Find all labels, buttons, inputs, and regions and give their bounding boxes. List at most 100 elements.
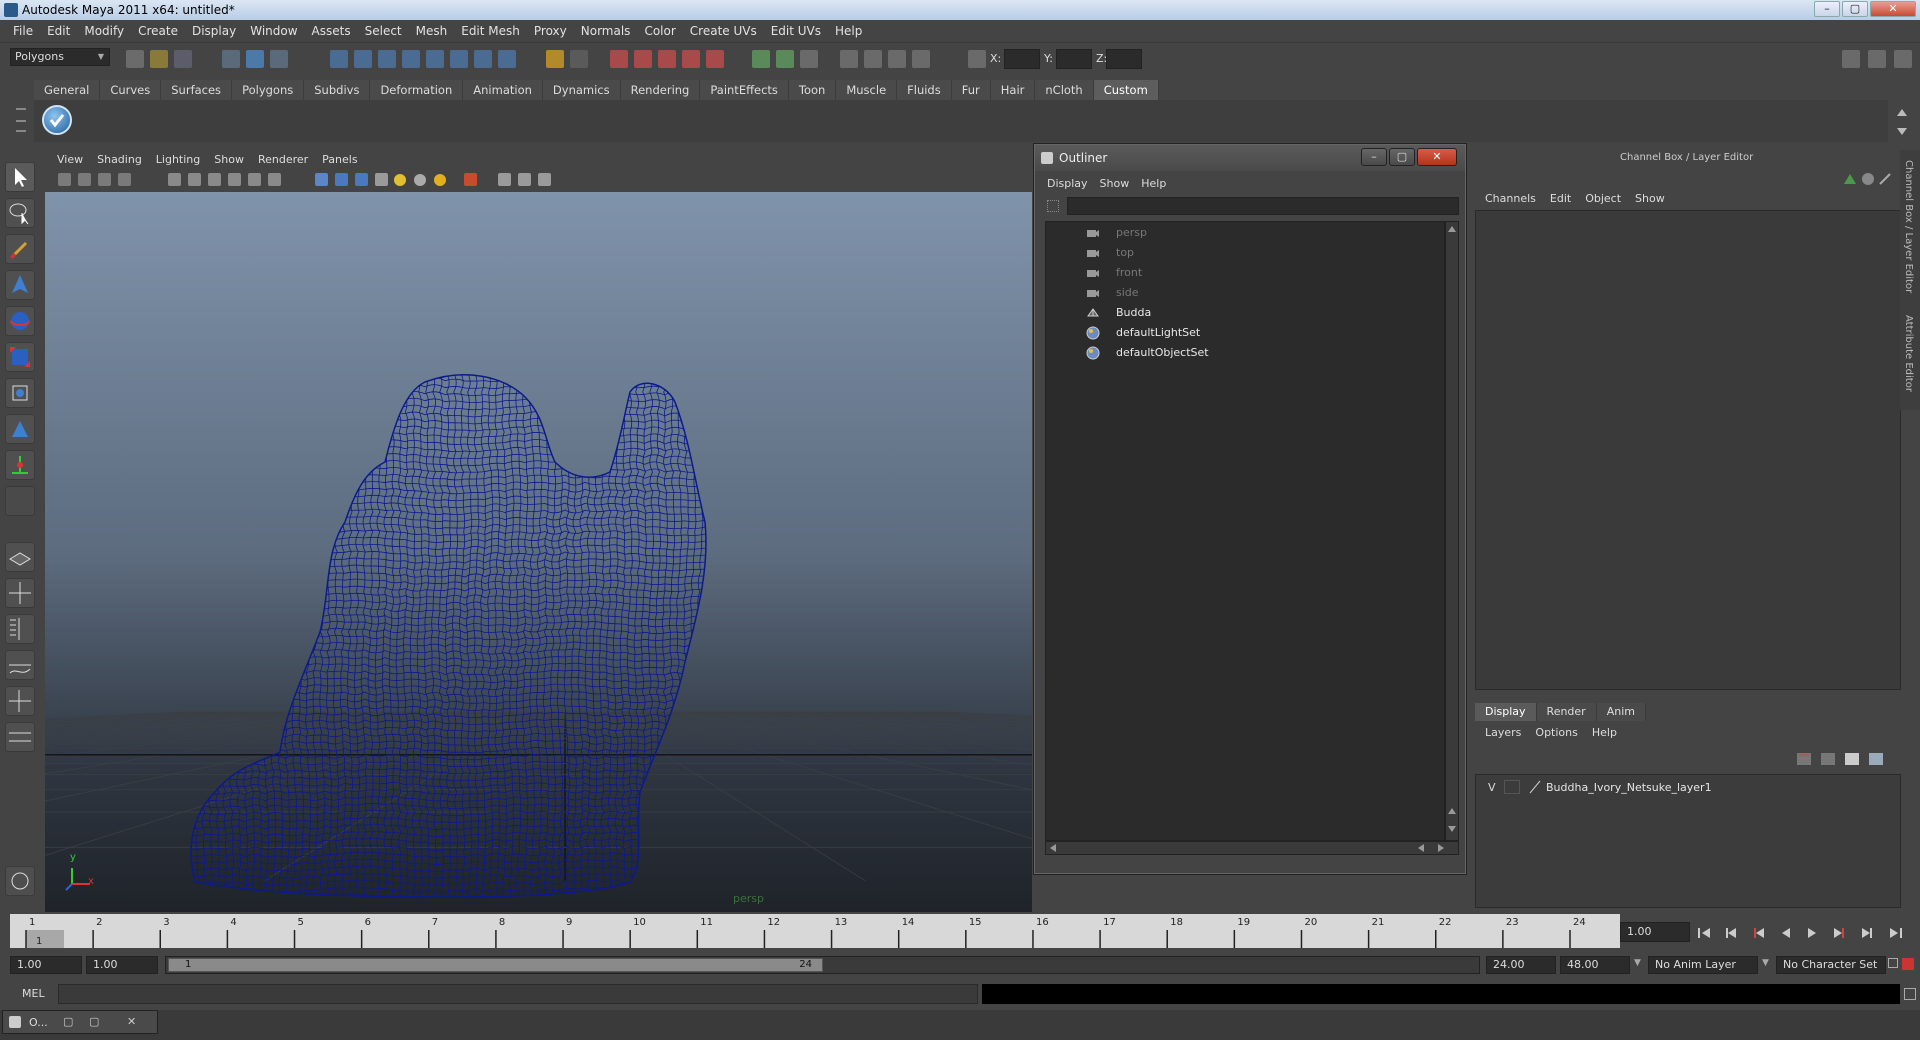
layer-down-icon[interactable] xyxy=(1821,753,1835,765)
tab-painteffects[interactable]: PaintEffects xyxy=(700,80,789,100)
new-layer-selected-icon[interactable] xyxy=(1869,753,1883,765)
film-gate-icon[interactable] xyxy=(188,173,201,186)
rotate-tool-icon[interactable] xyxy=(5,306,35,336)
render-view-icon[interactable] xyxy=(706,50,724,68)
anim-layer-selector[interactable]: No Anim Layer xyxy=(1648,956,1758,974)
preferences-icon[interactable] xyxy=(1902,958,1914,970)
step-back-frame-icon[interactable] xyxy=(1754,928,1764,938)
key-toggle-icon[interactable] xyxy=(1888,958,1898,968)
history-icon[interactable] xyxy=(450,50,468,68)
current-frame-field[interactable]: 1.00 xyxy=(1620,922,1690,942)
tab-display[interactable]: Display xyxy=(1475,703,1537,721)
outliner-close-button[interactable]: ✕ xyxy=(1417,148,1457,166)
time-slider[interactable]: 1 2 3 4 5 6 7 8 9 10 11 12 13 14 15 16 17 18 19 20 21 22 23 24 1 xyxy=(10,914,1620,948)
checkmark-icon[interactable] xyxy=(42,105,72,135)
tab-anim[interactable]: Anim xyxy=(1596,703,1646,721)
step-forward-key-icon[interactable] xyxy=(1862,928,1872,938)
lasso-tool-icon[interactable] xyxy=(5,198,35,228)
grid-toggle-icon[interactable] xyxy=(168,173,181,186)
minimized-outliner[interactable]: O... ▢ ▢ ✕ xyxy=(2,1010,158,1034)
close-button[interactable]: ✕ xyxy=(127,1015,136,1028)
tab-deformation[interactable]: Deformation xyxy=(370,80,464,100)
z-field[interactable] xyxy=(1106,49,1142,69)
outliner-filter-field[interactable] xyxy=(1067,197,1459,215)
viewport-menu-show[interactable]: Show xyxy=(207,153,251,166)
select-hierarchy-icon[interactable] xyxy=(222,50,240,68)
channel-box-half-icon[interactable] xyxy=(1862,173,1874,185)
menu-modify[interactable]: Modify xyxy=(77,24,131,38)
soft-mod-tool-icon[interactable] xyxy=(5,414,35,444)
channel-menu-object[interactable]: Object xyxy=(1578,192,1628,205)
playback-end-field[interactable]: 24.00 xyxy=(1486,956,1556,974)
textured-icon[interactable] xyxy=(375,173,388,186)
command-input[interactable] xyxy=(58,984,978,1004)
outliner-title-bar[interactable]: Outliner – ▢ ✕ xyxy=(1035,145,1465,171)
channel-menu-edit[interactable]: Edit xyxy=(1543,192,1578,205)
play-backward-icon[interactable] xyxy=(1782,928,1790,938)
lock-icon[interactable] xyxy=(546,50,564,68)
menu-proxy[interactable]: Proxy xyxy=(527,24,574,38)
toggle-tool-settings-icon[interactable] xyxy=(1868,50,1886,68)
filter-grip-icon[interactable] xyxy=(1047,200,1059,212)
xray-components-icon[interactable] xyxy=(538,173,551,186)
show-manipulator-icon[interactable] xyxy=(5,450,35,480)
snap-live-icon[interactable] xyxy=(426,50,444,68)
tab-polygons[interactable]: Polygons xyxy=(232,80,305,100)
snap-grid-icon[interactable] xyxy=(330,50,348,68)
transform-numeric-icon[interactable] xyxy=(968,50,986,68)
new-layer-icon[interactable] xyxy=(1845,753,1859,765)
menu-select[interactable]: Select xyxy=(358,24,409,38)
channel-box-list[interactable] xyxy=(1475,210,1901,690)
resolution-gate-icon[interactable] xyxy=(208,173,221,186)
mel-script-icon[interactable] xyxy=(5,866,35,896)
menu-normals[interactable]: Normals xyxy=(574,24,638,38)
outliner-list[interactable]: persp top front side Budda defaultLightS… xyxy=(1045,221,1445,841)
go-to-start-icon[interactable] xyxy=(1698,928,1710,938)
wireframe-icon[interactable] xyxy=(315,173,328,186)
y-field[interactable] xyxy=(1056,49,1092,69)
perspective-viewport[interactable] xyxy=(45,192,1032,912)
outliner-menu-show[interactable]: Show xyxy=(1094,175,1136,193)
bookmark-icon[interactable] xyxy=(98,173,111,186)
camera-attr-icon[interactable] xyxy=(58,173,71,186)
tab-animation[interactable]: Animation xyxy=(463,80,543,100)
playback-start-field[interactable]: 1.00 xyxy=(86,956,158,974)
hypershade-icon[interactable] xyxy=(682,50,700,68)
help-icon[interactable] xyxy=(498,50,516,68)
layout-hypershade-icon[interactable] xyxy=(5,686,35,716)
outliner-horizontal-scrollbar[interactable] xyxy=(1045,841,1459,855)
maximize-button[interactable]: ▢ xyxy=(1842,1,1868,17)
chevron-down-icon[interactable]: ▼ xyxy=(1762,958,1769,968)
character-set-selector[interactable]: No Character Set xyxy=(1776,956,1886,974)
input-line-icon[interactable] xyxy=(752,50,770,68)
snap-curve-icon[interactable] xyxy=(354,50,372,68)
outliner-maximize-button[interactable]: ▢ xyxy=(1389,148,1415,166)
selected-lights-icon[interactable] xyxy=(434,174,446,186)
layer-name[interactable]: Buddha_Ivory_Netsuke_layer1 xyxy=(1546,781,1712,794)
open-scene-icon[interactable] xyxy=(150,50,168,68)
animation-start-field[interactable]: 1.00 xyxy=(10,956,82,974)
layout-four-icon[interactable] xyxy=(864,50,882,68)
paint-select-tool-icon[interactable] xyxy=(5,234,35,264)
layout-side-icon[interactable] xyxy=(888,50,906,68)
layer-up-icon[interactable] xyxy=(1797,753,1811,765)
render-settings-icon[interactable] xyxy=(658,50,676,68)
menu-edit-uvs[interactable]: Edit UVs xyxy=(764,24,828,38)
layer-menu-options[interactable]: Options xyxy=(1528,726,1584,739)
menu-file[interactable]: File xyxy=(6,24,40,38)
new-scene-icon[interactable] xyxy=(126,50,144,68)
ipr-render-icon[interactable] xyxy=(634,50,652,68)
tab-muscle[interactable]: Muscle xyxy=(836,80,898,100)
range-slider-handle[interactable]: 1 24 xyxy=(168,958,823,972)
xray-icon[interactable] xyxy=(498,173,511,186)
menu-create-uvs[interactable]: Create UVs xyxy=(683,24,764,38)
outliner-menu-display[interactable]: Display xyxy=(1041,175,1094,193)
channel-box-pin-icon[interactable] xyxy=(1879,173,1891,185)
layout-graph-persp-icon[interactable] xyxy=(5,650,35,680)
layer-menu-help[interactable]: Help xyxy=(1585,726,1624,739)
snap-plane-icon[interactable] xyxy=(402,50,420,68)
range-slider[interactable]: 1 24 xyxy=(165,956,1480,974)
tab-subdivs[interactable]: Subdivs xyxy=(304,80,371,100)
wireframe-on-shaded-icon[interactable] xyxy=(355,173,368,186)
maximize-button[interactable]: ▢ xyxy=(89,1015,99,1028)
